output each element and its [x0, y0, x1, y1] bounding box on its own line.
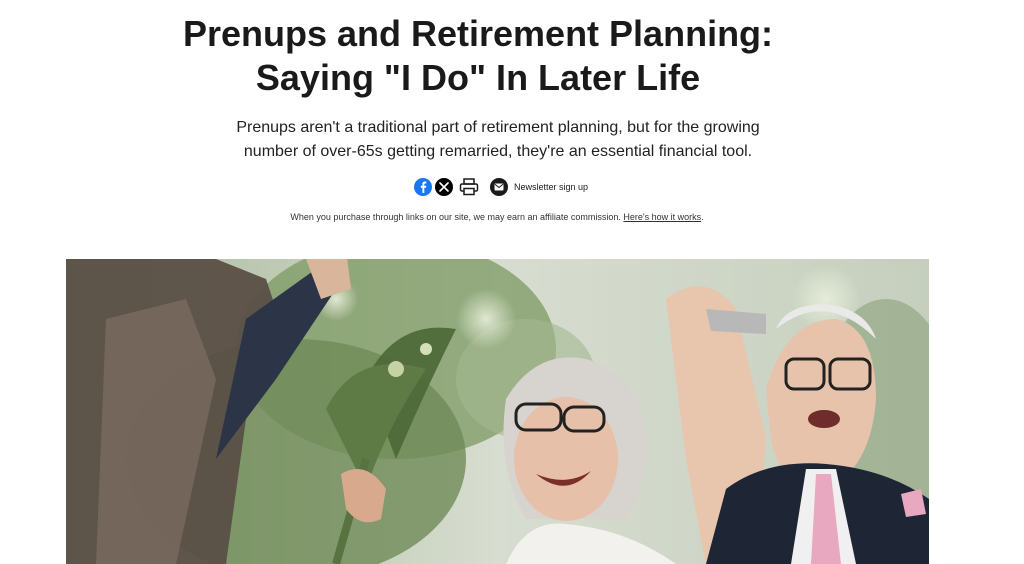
page-title: Prenups and Retirement Planning: Saying …	[140, 12, 816, 100]
x-icon	[439, 182, 449, 192]
print-icon	[459, 178, 479, 196]
facebook-icon	[420, 181, 427, 193]
facebook-share-button[interactable]	[414, 178, 432, 196]
newsletter-signup-button[interactable]: Newsletter sign up	[490, 178, 588, 196]
affiliate-how-it-works-link[interactable]: Here's how it works	[623, 212, 701, 222]
headline-line-2: Saying "I Do" In Later Life	[255, 57, 701, 98]
affiliate-period: .	[701, 212, 704, 222]
hero-image	[66, 259, 929, 564]
headline-line-1: Prenups and Retirement Planning:	[182, 13, 774, 54]
hero-illustration	[66, 259, 929, 564]
mail-icon	[490, 178, 508, 196]
article-subheadline: Prenups aren't a traditional part of ret…	[200, 116, 796, 164]
print-button[interactable]	[458, 177, 480, 197]
subheadline-line-1: Prenups aren't a traditional part of ret…	[236, 119, 760, 136]
subheadline-line-2: number of over-65s getting remarried, th…	[243, 143, 753, 160]
newsletter-signup-label: Newsletter sign up	[514, 182, 589, 192]
x-share-button[interactable]	[435, 178, 453, 196]
affiliate-disclaimer-text: When you purchase through links on our s…	[290, 212, 621, 222]
share-bar: Newsletter sign up	[414, 177, 588, 197]
affiliate-disclaimer: When you purchase through links on our s…	[0, 211, 994, 223]
